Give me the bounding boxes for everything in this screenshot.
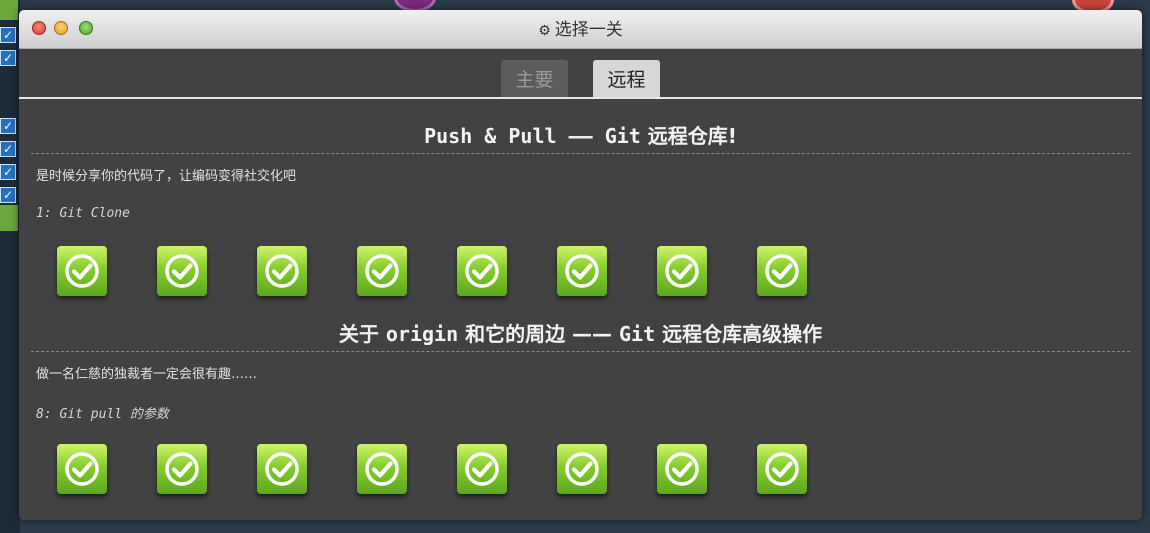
tab-main[interactable]: 主要 xyxy=(501,60,568,98)
level-button[interactable] xyxy=(457,246,507,296)
section-title-mono: Git xyxy=(619,322,656,346)
section-title-part: 关于 xyxy=(338,322,386,346)
window-title-text: 选择一关 xyxy=(554,20,623,40)
section-divider xyxy=(31,153,1130,154)
level-button[interactable] xyxy=(757,246,807,296)
title-bar: ⚙ 选择一关 xyxy=(19,10,1142,49)
background-app-strip xyxy=(0,0,20,533)
tab-underline xyxy=(19,97,1142,99)
level-button[interactable] xyxy=(357,444,407,494)
section-title-mono: origin xyxy=(385,322,459,346)
level-subtitle: 1: Git Clone xyxy=(36,206,130,221)
level-button[interactable] xyxy=(757,444,807,494)
level-button[interactable] xyxy=(57,246,107,296)
section-title: 关于 origin 和它的周边 —— Git 远程仓库高级操作 xyxy=(19,318,1142,347)
level-button[interactable] xyxy=(657,246,707,296)
level-subtitle: 8: Git pull 的参数 xyxy=(36,407,169,422)
level-button[interactable] xyxy=(457,444,507,494)
level-button[interactable] xyxy=(657,444,707,494)
background-green-block xyxy=(0,0,18,20)
section-description: 是时候分享你的代码了，让编码变得社交化吧 xyxy=(36,169,297,184)
level-button[interactable] xyxy=(157,444,207,494)
level-button[interactable] xyxy=(57,444,107,494)
section-description: 做一名仁慈的独裁者一定会很有趣…… xyxy=(36,367,258,382)
background-checkbox-icon: ✓ xyxy=(0,50,16,66)
background-checkbox-icon: ✓ xyxy=(0,27,16,43)
level-button[interactable] xyxy=(557,246,607,296)
window-title: ⚙ 选择一关 xyxy=(19,10,1142,48)
level-button[interactable] xyxy=(257,444,307,494)
background-checkbox-icon: ✓ xyxy=(0,164,16,180)
level-button[interactable] xyxy=(357,246,407,296)
tab-remote[interactable]: 远程 xyxy=(593,60,660,98)
level-button[interactable] xyxy=(257,246,307,296)
section-title-part: 远程仓库高级操作 xyxy=(655,322,823,346)
gear-icon: ⚙ xyxy=(538,23,551,39)
tab-bar: 主要 远程 xyxy=(19,60,1142,100)
background-checkbox-icon: ✓ xyxy=(0,118,16,134)
level-select-dialog: ⚙ 选择一关 主要 远程 Push & Pull —— Git 远程仓库! 是时候… xyxy=(19,10,1142,520)
section-divider xyxy=(31,351,1130,352)
section-title-rest: 远程仓库! xyxy=(640,124,737,148)
level-button[interactable] xyxy=(557,444,607,494)
background-green-block xyxy=(0,205,18,231)
level-button[interactable] xyxy=(157,246,207,296)
section-title: Push & Pull —— Git 远程仓库! xyxy=(19,120,1142,149)
section-title-mono: Push & Pull —— Git xyxy=(424,124,641,148)
background-checkbox-icon: ✓ xyxy=(0,141,16,157)
background-checkbox-icon: ✓ xyxy=(0,187,16,203)
section-title-part: 和它的周边 —— xyxy=(458,322,619,346)
